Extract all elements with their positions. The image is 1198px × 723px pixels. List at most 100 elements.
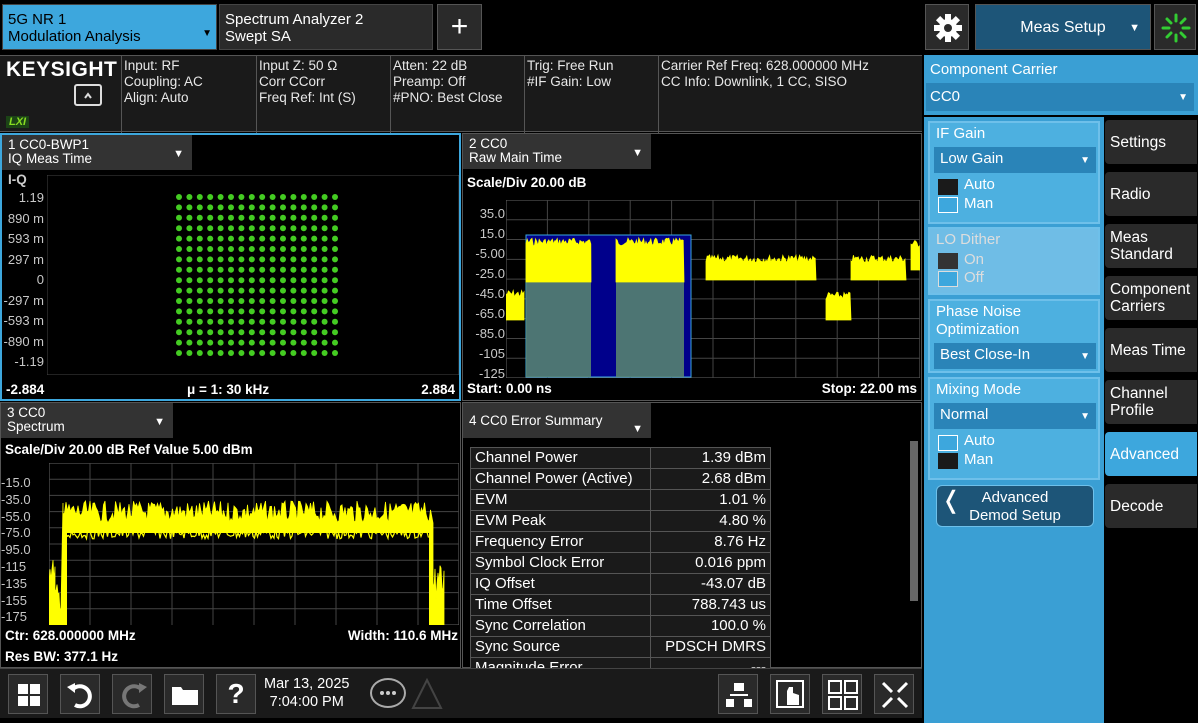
info-text: Input: RF <box>124 58 180 73</box>
y-tick-label: -65.0 <box>475 306 505 321</box>
constellation-point <box>269 329 276 336</box>
component-carrier-control[interactable]: Component Carrier CC0 ▼ <box>924 55 1198 115</box>
tab-5g-nr-modulation-analysis[interactable]: 5G NR 1 Modulation Analysis ▼ <box>2 4 217 50</box>
constellation-point <box>217 298 224 304</box>
menu-label: Radio <box>1110 185 1151 203</box>
scrollbar[interactable] <box>910 441 918 601</box>
constellation-point <box>269 266 276 273</box>
menu-label: Profile <box>1110 402 1154 419</box>
window-title: 4 CC0 Error Summary <box>469 413 603 428</box>
y-tick-label: -593 m <box>3 313 44 328</box>
constellation-point <box>196 277 203 284</box>
constellation-point <box>280 194 286 200</box>
constellation-point <box>332 214 338 221</box>
constellation-point <box>332 235 338 242</box>
y-tick-label: -155 <box>1 592 28 608</box>
messages-button[interactable] <box>370 678 406 708</box>
info-input-z[interactable]: Input Z: 50 Ω Corr CCorr Freq Ref: Int (… <box>259 58 356 106</box>
menu-component-carriers[interactable]: Component Carriers <box>1105 276 1197 320</box>
info-input[interactable]: Input: RF Coupling: AC Align: Auto <box>124 58 203 106</box>
add-screen-button[interactable]: + <box>437 4 482 50</box>
window-3-title-dropdown[interactable]: 3 CC0 Spectrum ▼ <box>1 403 173 438</box>
radio-man[interactable] <box>938 453 958 469</box>
settings-button[interactable] <box>925 4 969 50</box>
radio-man-selected[interactable] <box>938 197 958 213</box>
info-carrier[interactable]: Carrier Ref Freq: 628.000000 MHz CC Info… <box>661 58 869 90</box>
windows-button[interactable] <box>8 674 48 714</box>
menu-settings[interactable]: Settings <box>1105 120 1197 164</box>
menu-meas-standard[interactable]: Meas Standard <box>1105 224 1197 268</box>
window-1-title-dropdown[interactable]: 1 CC0-BWP1 IQ Meas Time ▼ <box>2 135 192 170</box>
mixing-mode-control[interactable]: Mixing Mode Normal ▼ Auto Man <box>928 377 1100 480</box>
constellation-point <box>248 194 255 200</box>
mixing-mode-select[interactable]: Normal ▼ <box>934 403 1096 429</box>
y-tick-label: 35.0 <box>479 206 505 221</box>
component-carrier-select[interactable]: CC0 ▼ <box>926 83 1194 111</box>
constellation-point <box>300 277 307 284</box>
window-layout-button[interactable] <box>718 674 758 714</box>
control-label: Mixing Mode <box>936 381 1022 398</box>
y-tick-label: -297 m <box>3 292 44 308</box>
phase-noise-optimization-control[interactable]: Phase Noise Optimization Best Close-In ▼ <box>928 299 1100 373</box>
constellation-point <box>217 266 224 273</box>
trace-burst <box>910 240 920 271</box>
info-attenuation[interactable]: Atten: 22 dB Preamp: Off #PNO: Best Clos… <box>393 58 503 106</box>
info-trigger[interactable]: Trig: Free Run #IF Gain: Low <box>527 58 614 90</box>
lxi-logo: LXI <box>6 116 30 128</box>
undo-button[interactable] <box>60 674 100 714</box>
constellation-point <box>280 339 286 346</box>
menu-advanced-selected[interactable]: Advanced <box>1105 432 1197 476</box>
file-button[interactable] <box>164 674 204 714</box>
menu-channel-profile[interactable]: Channel Profile <box>1105 380 1197 424</box>
select-value: Low Gain <box>940 150 1004 167</box>
divider <box>121 56 122 133</box>
metric-name: EVM Peak <box>470 510 651 532</box>
window-2-title-dropdown[interactable]: 2 CC0 Raw Main Time ▼ <box>463 134 651 169</box>
advanced-demod-setup-button[interactable]: ❬ Advanced Demod Setup <box>936 485 1094 527</box>
screen-share-button[interactable] <box>74 84 102 106</box>
menu-radio[interactable]: Radio <box>1105 172 1197 216</box>
constellation-point <box>300 246 307 252</box>
redo-button-disabled[interactable] <box>112 674 152 714</box>
constellation-point <box>280 204 286 211</box>
constellation-point <box>248 214 255 221</box>
menu-decode[interactable]: Decode <box>1105 484 1197 528</box>
window-3-spectrum[interactable]: 3 CC0 Spectrum ▼ Scale/Div 20.00 dB Ref … <box>0 402 461 668</box>
radio-auto[interactable] <box>938 179 958 195</box>
constellation-point <box>332 308 338 315</box>
menu-meas-time[interactable]: Meas Time <box>1105 328 1197 372</box>
constellation-point <box>332 266 338 273</box>
constellation-point <box>248 235 255 242</box>
constellation-point <box>186 298 193 304</box>
constellation-point <box>280 256 286 263</box>
tab-spectrum-analyzer[interactable]: Spectrum Analyzer 2 Swept SA <box>219 4 433 50</box>
multi-window-button[interactable] <box>822 674 862 714</box>
maximize-arrows-icon <box>881 681 909 709</box>
help-button[interactable]: ? <box>216 674 256 714</box>
table-row: EVM Peak 4.80 % <box>470 510 771 532</box>
constellation-point <box>238 329 245 336</box>
meas-setup-menu-button[interactable]: Meas Setup ▼ <box>975 4 1151 50</box>
constellation-point <box>321 339 328 346</box>
window-4-title-dropdown[interactable]: 4 CC0 Error Summary ▼ <box>463 403 651 438</box>
window-1-iq-constellation[interactable]: 1 CC0-BWP1 IQ Meas Time ▼ I-Q 1.19 890 m 5… <box>0 133 461 401</box>
phase-noise-select[interactable]: Best Close-In ▼ <box>934 343 1096 369</box>
constellation-point <box>280 277 286 284</box>
constellation-point <box>311 235 318 242</box>
constellation-point <box>196 308 203 315</box>
constellation-point <box>259 329 266 336</box>
constellation-point <box>207 225 214 232</box>
y-tick-label: -45.0 <box>475 286 505 301</box>
settings-info-bar: KEYSIGHT LXI Input: RF Coupling: AC Alig… <box>0 55 922 133</box>
raw-time-trace-plot <box>506 200 920 378</box>
window-2-raw-main-time[interactable]: 2 CC0 Raw Main Time ▼ Scale/Div 20.00 dB… <box>462 133 922 401</box>
constellation-point <box>332 246 338 252</box>
if-gain-select[interactable]: Low Gain ▼ <box>934 147 1096 173</box>
span-width: Width: 110.6 MHz <box>347 628 458 643</box>
if-gain-control[interactable]: IF Gain Low Gain ▼ Auto Man <box>928 121 1100 224</box>
constellation-point <box>217 350 224 356</box>
zoom-window-button[interactable] <box>874 674 914 714</box>
constellation-point <box>321 214 328 221</box>
radio-auto-selected[interactable] <box>938 435 958 451</box>
touch-screen-button[interactable] <box>770 674 810 714</box>
